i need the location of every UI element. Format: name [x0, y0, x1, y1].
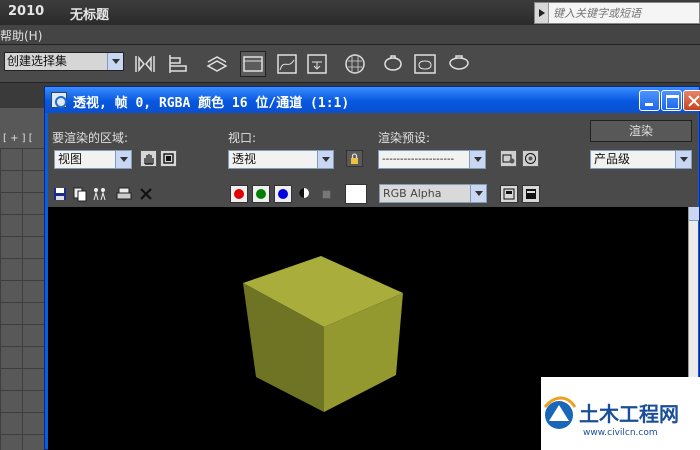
scene-explorer-icon[interactable]: [240, 51, 266, 77]
swatch-color[interactable]: [345, 184, 367, 204]
search-box[interactable]: [534, 2, 700, 24]
curve-editor-icon[interactable]: [274, 51, 300, 77]
maximize-button[interactable]: [661, 90, 682, 111]
main-toolbar: 创建选择集: [0, 45, 700, 83]
print-icon[interactable]: [116, 186, 132, 202]
svg-text:www.civilcn.com: www.civilcn.com: [583, 428, 658, 438]
watermark-logo: 土木工程网 www.civilcn.com: [541, 377, 700, 450]
chevron-down-icon[interactable]: [469, 151, 485, 168]
material-editor-icon[interactable]: [342, 51, 368, 77]
svg-text:土木工程网: 土木工程网: [579, 402, 679, 426]
clear-icon[interactable]: [138, 186, 154, 202]
render-production-icon[interactable]: [446, 51, 472, 77]
toggle-ui-overlay-icon[interactable]: [500, 185, 518, 203]
search-input[interactable]: [551, 3, 699, 23]
chevron-down-icon[interactable]: [107, 53, 123, 70]
render-window-title: 透视, 帧 0, RGBA 颜色 16 位/通道 (1:1): [73, 96, 350, 111]
chevron-down-icon[interactable]: [317, 151, 333, 168]
selection-set-value: 创建选择集: [7, 54, 68, 68]
red-channel-toggle[interactable]: [230, 185, 248, 203]
save-image-icon[interactable]: [52, 186, 68, 202]
minimize-button[interactable]: [639, 90, 660, 111]
viewport-grid: [0, 148, 46, 450]
menu-help[interactable]: 帮助(H): [0, 27, 42, 44]
alpha-channel-icon[interactable]: [298, 187, 310, 199]
monochrome-icon[interactable]: [322, 190, 331, 199]
display-channel-value: RGB Alpha: [383, 187, 442, 200]
render-preset-value: --------------------: [382, 154, 455, 165]
clone-window-icon[interactable]: [92, 186, 108, 202]
render-window-toolbar: RGB Alpha: [48, 181, 698, 207]
chevron-down-icon[interactable]: [115, 151, 131, 168]
app-title-bar: 2010 无标题: [0, 0, 700, 25]
rendered-frame-window-icon[interactable]: [412, 51, 438, 77]
layers-icon[interactable]: [204, 51, 230, 77]
document-title: 无标题: [70, 8, 110, 23]
viewport-field-label: 视口:: [228, 131, 257, 145]
toggle-ui-icon[interactable]: [522, 185, 540, 203]
menu-bar: 帮助(H): [0, 25, 700, 45]
window-app-icon: [51, 92, 67, 108]
render-setup-small-icon[interactable]: [500, 150, 517, 167]
area-to-render-value: 视图: [58, 152, 83, 166]
render-quality-dropdown[interactable]: 产品级: [590, 150, 692, 169]
schematic-view-icon[interactable]: [304, 51, 330, 77]
display-channel-dropdown[interactable]: RGB Alpha: [379, 184, 487, 203]
viewport-area[interactable]: [ + ] [: [0, 108, 46, 450]
lock-icon[interactable]: [346, 150, 363, 167]
render-button[interactable]: 渲染: [590, 120, 692, 142]
search-expand-icon[interactable]: [535, 3, 549, 23]
area-to-render-label: 要渲染的区域:: [52, 131, 129, 145]
align-icon[interactable]: [166, 51, 192, 77]
auto-region-icon[interactable]: [160, 150, 177, 167]
blue-channel-toggle[interactable]: [274, 185, 292, 203]
green-channel-toggle[interactable]: [252, 185, 270, 203]
viewport-label[interactable]: [ + ] [: [3, 133, 33, 144]
chevron-down-icon[interactable]: [470, 185, 486, 202]
red-channel-dot: [234, 189, 244, 199]
copy-image-icon[interactable]: [72, 186, 88, 202]
render-quality-value: 产品级: [594, 152, 631, 166]
scroll-up-icon[interactable]: [689, 207, 699, 221]
render-window-titlebar[interactable]: 透视, 帧 0, RGBA 颜色 16 位/通道 (1:1): [45, 87, 700, 113]
render-preset-dropdown[interactable]: --------------------: [378, 150, 486, 169]
pan-hand-icon[interactable]: [140, 150, 157, 167]
area-to-render-dropdown[interactable]: 视图: [54, 150, 132, 169]
viewport-value: 透视: [232, 152, 257, 166]
mirror-icon[interactable]: [132, 51, 158, 77]
render-preset-label: 渲染预设:: [378, 131, 431, 145]
viewport-dropdown[interactable]: 透视: [228, 150, 334, 169]
selection-set-dropdown[interactable]: 创建选择集: [4, 52, 124, 71]
blue-channel-dot: [278, 189, 288, 199]
environment-icon[interactable]: [522, 150, 539, 167]
chevron-down-icon[interactable]: [675, 151, 691, 168]
app-version: 2010: [8, 4, 45, 19]
render-setup-icon[interactable]: [380, 51, 406, 77]
civilcn-logo: 土木工程网 www.civilcn.com: [543, 396, 679, 438]
close-button[interactable]: [683, 90, 700, 111]
green-channel-dot: [256, 189, 266, 199]
